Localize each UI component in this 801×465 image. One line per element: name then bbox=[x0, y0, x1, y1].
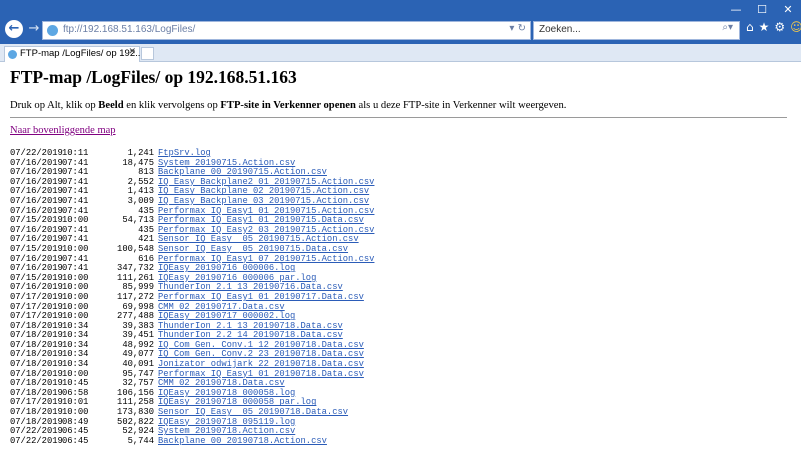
file-link[interactable]: IQEasy 20190716 000006.log bbox=[158, 263, 295, 273]
back-button[interactable]: ← bbox=[5, 20, 23, 38]
file-row: 07/16/201907:41 18,475 System 20190715.Act… bbox=[10, 158, 795, 169]
file-link[interactable]: IQEasy 20190718 000058.log bbox=[158, 388, 295, 398]
file-date: 07/22/2019 bbox=[10, 435, 63, 446]
address-bar[interactable]: ftp://192.168.51.163/LogFiles/ ▾ ↻ bbox=[42, 21, 531, 40]
instruction-bold-view: Beeld bbox=[98, 100, 124, 111]
tab-close-icon[interactable]: ✕ bbox=[128, 47, 136, 57]
file-listing: 07/22/201910:11 1,241 FtpSrv.log 07/16/2019… bbox=[10, 148, 795, 447]
file-row: 07/22/201906:45 5,744 Backplane 00 2019071… bbox=[10, 435, 795, 447]
file-link[interactable]: IQEasy 20190717 000002.log bbox=[158, 311, 295, 321]
file-link[interactable]: Sensor IQ Easy 05 20190715.Data.csv bbox=[158, 244, 348, 254]
file-row: 07/16/201907:41 3,009 IQ Easy Backplane 03… bbox=[10, 196, 795, 207]
instruction-part: en klik vervolgens op bbox=[123, 100, 221, 111]
file-link[interactable]: Backplane 00 20190718.Action.csv bbox=[158, 436, 327, 446]
file-link[interactable]: System 20190715.Action.csv bbox=[158, 158, 295, 168]
parent-directory-link[interactable]: Naar bovenliggende map bbox=[10, 125, 116, 136]
file-link[interactable]: IQEasy 20190718 095119.log bbox=[158, 417, 295, 427]
file-link[interactable]: Jonizator odwijark 22 20190718.Data.csv bbox=[158, 359, 364, 369]
instruction-bold-open: FTP-site in Verkenner openen bbox=[220, 100, 356, 111]
home-icon[interactable]: ⌂ bbox=[746, 20, 754, 34]
toolbar-icons: ⌂ ★ ⚙ ☺ bbox=[746, 20, 801, 34]
file-link[interactable]: ThunderIon 2.1 13 20190718.Data.csv bbox=[158, 321, 343, 331]
tab-active[interactable]: FTP-map /LogFiles/ op 192.... ✕ bbox=[4, 46, 146, 62]
file-link[interactable]: Sensor IQ Easy 05 20190715.Action.csv bbox=[158, 234, 359, 245]
file-link[interactable]: Performax IQ Easy1 01 20190715.Data.csv bbox=[158, 215, 364, 225]
file-row: 07/15/201910:00 54,713 Performax IQ Easy1 … bbox=[10, 215, 795, 226]
browser-titlebar: — ☐ ✕ ← → ftp://192.168.51.163/LogFiles/… bbox=[0, 0, 801, 44]
forward-button[interactable]: → bbox=[25, 20, 43, 38]
file-link[interactable]: IQEasy 20190718 000058 par.log bbox=[158, 397, 316, 408]
search-box[interactable]: Zoeken... ⌕▾ bbox=[533, 21, 740, 40]
file-link[interactable]: IQ Com Gen. Conv.1 12 20190718.Data.csv bbox=[158, 340, 364, 350]
minimize-icon[interactable]: — bbox=[723, 0, 749, 22]
refresh-icon[interactable]: ▾ ↻ bbox=[509, 23, 526, 34]
gear-icon[interactable]: ⚙ bbox=[774, 20, 785, 34]
file-link[interactable]: ThunderIon 2.2 14 20190718.Data.csv bbox=[158, 330, 343, 340]
file-link[interactable]: ThunderIon 2.1 13 20190716.Data.csv bbox=[158, 282, 343, 293]
file-link[interactable]: IQ Easy Backplane 02 20190715.Action.csv bbox=[158, 186, 369, 197]
search-icon[interactable]: ⌕▾ bbox=[722, 22, 733, 33]
file-link[interactable]: Backplane 00 20190715.Action.csv bbox=[158, 167, 327, 177]
file-link[interactable]: CMM 02 20190718.Data.csv bbox=[158, 378, 285, 388]
file-link[interactable]: System 20190718.Action.csv bbox=[158, 426, 295, 436]
file-link[interactable]: Performax IQ Easy1 07 20190715.Action.cs… bbox=[158, 254, 374, 264]
file-link[interactable]: IQ Com Gen. Conv.2 23 20190718.Data.csv bbox=[158, 349, 364, 360]
address-url[interactable]: ftp://192.168.51.163/LogFiles/ bbox=[63, 24, 195, 35]
maximize-icon[interactable]: ☐ bbox=[749, 0, 775, 22]
file-link[interactable]: IQEasy 20190716 000006 par.log bbox=[158, 273, 316, 283]
file-time: 06:45 bbox=[62, 435, 89, 446]
window-controls: — ☐ ✕ bbox=[723, 0, 801, 22]
file-link[interactable]: Performax IQ Easy2 03 20190715.Action.cs… bbox=[158, 225, 374, 235]
page-content: FTP-map /LogFiles/ op 192.168.51.163 Dru… bbox=[10, 62, 795, 446]
file-link[interactable]: Performax IQ Easy1 01 20190717.Data.csv bbox=[158, 292, 364, 302]
divider bbox=[10, 117, 787, 118]
file-row: 07/15/201910:00 100,548 Sensor IQ Easy 05 … bbox=[10, 244, 795, 255]
favorites-star-icon[interactable]: ★ bbox=[759, 20, 770, 34]
file-link[interactable]: Sensor IQ Easy 05 20190718.Data.csv bbox=[158, 407, 348, 417]
file-link[interactable]: IQ Easy Backplane 03 20190715.Action.csv bbox=[158, 196, 369, 206]
close-icon[interactable]: ✕ bbox=[775, 0, 801, 22]
page-title: FTP-map /LogFiles/ op 192.168.51.163 bbox=[10, 67, 297, 87]
tab-bar: FTP-map /LogFiles/ op 192.... ✕ bbox=[0, 44, 801, 62]
file-link[interactable]: FtpSrv.log bbox=[158, 148, 211, 158]
search-input[interactable]: Zoeken... bbox=[539, 24, 581, 35]
instruction-text: Druk op Alt, klik op Beeld en klik vervo… bbox=[10, 100, 795, 111]
file-row: 07/16/201907:41 435 Performax IQ Easy2 03 … bbox=[10, 225, 795, 236]
ie-page-icon bbox=[47, 25, 58, 36]
file-link[interactable]: IQ Easy Backplane2 01 20190715.Action.cs… bbox=[158, 177, 374, 187]
instruction-part: als u deze FTP-site in Verkenner wilt we… bbox=[355, 100, 567, 111]
file-link[interactable]: CMM 02 20190717.Data.csv bbox=[158, 302, 285, 312]
file-size: 5,744 bbox=[127, 435, 154, 446]
tab-title[interactable]: FTP-map /LogFiles/ op 192.... bbox=[20, 48, 146, 59]
instruction-part: Druk op Alt, klik op bbox=[10, 100, 99, 111]
smiley-feedback-icon[interactable]: ☺ bbox=[790, 20, 801, 34]
ie-tab-icon bbox=[8, 50, 17, 59]
file-link[interactable]: Performax IQ Easy1 01 20190715.Action.cs… bbox=[158, 206, 374, 216]
file-link[interactable]: Performax IQ Easy1 01 20190718.Data.csv bbox=[158, 369, 364, 379]
new-tab-button[interactable] bbox=[141, 47, 154, 60]
